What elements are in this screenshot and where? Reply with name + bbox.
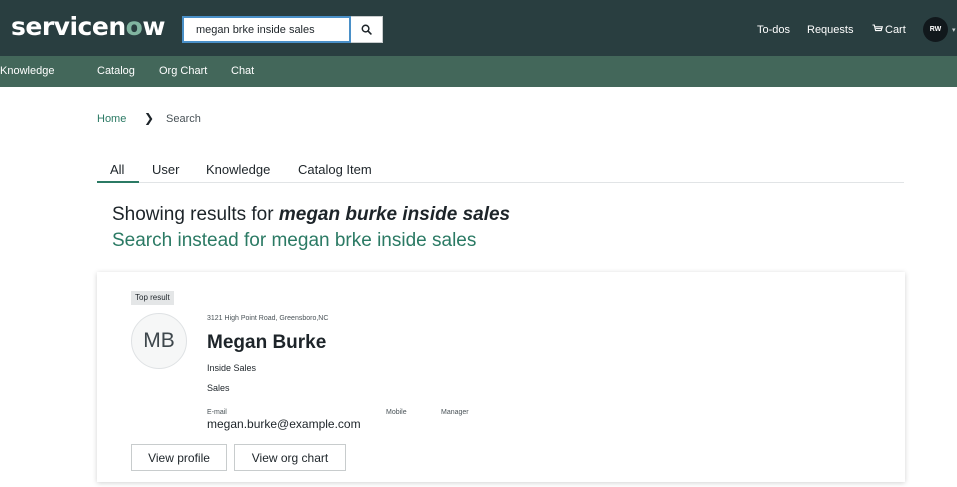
cart-icon	[872, 24, 883, 32]
tab-catalog-item[interactable]: Catalog Item	[298, 162, 372, 177]
breadcrumb-current: Search	[166, 113, 201, 125]
person-avatar: MB	[131, 313, 187, 369]
chevron-down-icon[interactable]: ▾	[952, 26, 956, 34]
person-title: Inside Sales	[207, 363, 257, 373]
person-department: Sales	[207, 383, 230, 393]
breadcrumb-home[interactable]: Home	[97, 113, 126, 125]
global-search	[182, 16, 383, 43]
top-header: servicenow To-dos Requests Cart RW ▾	[0, 0, 957, 56]
nav-item-catalog[interactable]: Catalog	[97, 65, 135, 78]
search-icon	[361, 24, 372, 35]
search-input[interactable]	[182, 16, 351, 43]
requests-link[interactable]: Requests	[807, 24, 853, 37]
active-tab-indicator	[97, 181, 139, 183]
results-prefix: Showing results for	[112, 204, 279, 225]
nav-item-org-chart[interactable]: Org Chart	[159, 65, 207, 78]
nav-item-chat[interactable]: Chat	[231, 65, 254, 78]
logo-text: e	[91, 12, 109, 41]
top-result-badge: Top result	[131, 291, 174, 305]
manager-label: Manager	[441, 409, 469, 416]
tab-knowledge[interactable]: Knowledge	[206, 162, 270, 177]
email-value[interactable]: megan.burke@example.com	[207, 417, 361, 431]
chevron-right-icon: ❯	[144, 111, 155, 125]
tabs-divider	[97, 182, 904, 183]
logo-o: o	[125, 12, 143, 41]
cart-label: Cart	[885, 24, 906, 36]
view-profile-button[interactable]: View profile	[131, 444, 227, 471]
view-org-chart-button[interactable]: View org chart	[234, 444, 346, 471]
results-query: megan burke inside sales	[278, 204, 511, 225]
todos-link[interactable]: To-dos	[757, 24, 790, 37]
main-nav: Knowledge Catalog Org Chart Chat	[0, 56, 957, 87]
tab-all[interactable]: All	[110, 162, 124, 177]
nav-item-knowledge[interactable]: Knowledge	[0, 65, 54, 78]
search-instead-link[interactable]: Search instead for megan brke inside sal…	[112, 230, 476, 252]
search-button[interactable]	[351, 16, 383, 43]
person-name[interactable]: Megan Burke	[207, 332, 326, 354]
user-avatar[interactable]: RW	[923, 17, 948, 42]
mobile-label: Mobile	[386, 409, 407, 416]
top-result-card: Top result MB 3121 High Point Road, Gree…	[97, 272, 905, 482]
results-heading: Showing results for megan burke inside s…	[112, 204, 510, 226]
tab-user[interactable]: User	[152, 162, 179, 177]
person-address: 3121 High Point Road, Greensboro,NC	[207, 315, 329, 322]
cart-link[interactable]: Cart	[872, 24, 906, 37]
email-label: E-mail	[207, 409, 227, 416]
servicenow-logo[interactable]: servicenow	[11, 12, 165, 42]
